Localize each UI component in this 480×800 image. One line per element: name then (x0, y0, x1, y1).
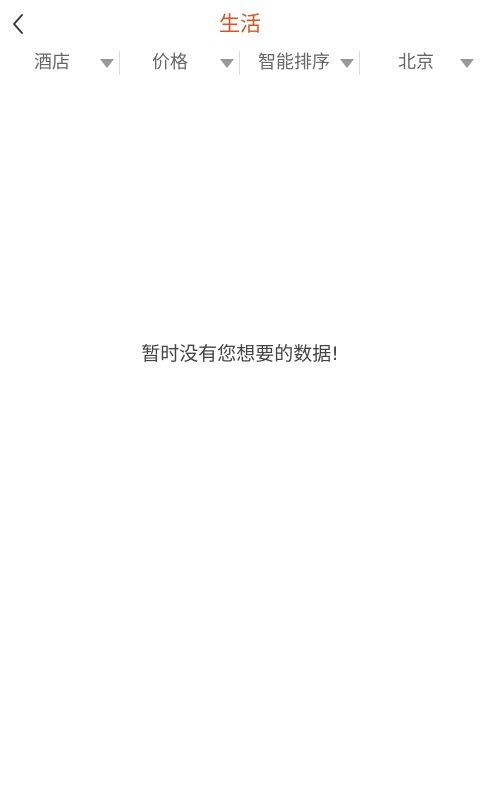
empty-state-message: 暂时没有您想要的数据! (141, 343, 339, 365)
caret-down-icon (100, 59, 114, 68)
caret-down-icon (460, 59, 474, 68)
page-title: 生活 (219, 12, 261, 36)
filter-sort-label: 智能排序 (258, 52, 330, 73)
filter-city[interactable]: 北京 (360, 48, 480, 78)
filter-bar: 酒店 价格 智能排序 北京 (0, 48, 480, 78)
filter-hotel[interactable]: 酒店 (0, 48, 120, 78)
filter-city-label: 北京 (398, 52, 434, 73)
filter-hotel-label: 酒店 (34, 52, 70, 73)
filter-price[interactable]: 价格 (120, 48, 240, 78)
header-bar: 生活 (0, 0, 480, 48)
caret-down-icon (340, 59, 354, 68)
filter-sort[interactable]: 智能排序 (240, 48, 360, 78)
filter-price-label: 价格 (152, 52, 188, 73)
caret-down-icon (220, 59, 234, 68)
